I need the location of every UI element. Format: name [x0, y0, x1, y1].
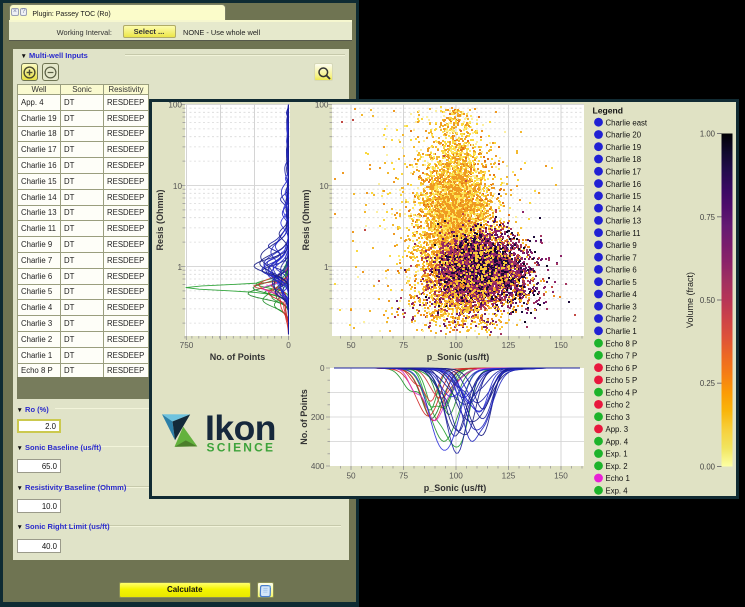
- svg-text:Charlie 7: Charlie 7: [606, 253, 637, 262]
- svg-text:Charlie 16: Charlie 16: [606, 180, 642, 189]
- svg-text:Legend: Legend: [593, 106, 624, 116]
- svg-text:App. 3: App. 3: [606, 425, 629, 434]
- svg-text:Charlie 18: Charlie 18: [606, 155, 642, 164]
- svg-text:1.00: 1.00: [700, 130, 716, 139]
- svg-text:150: 150: [554, 472, 568, 481]
- svg-text:Resis (Ohmm): Resis (Ohmm): [155, 189, 165, 250]
- svg-text:App. 4: App. 4: [606, 437, 629, 446]
- svg-text:0: 0: [286, 341, 291, 350]
- svg-text:75: 75: [399, 341, 409, 350]
- svg-text:0.50: 0.50: [700, 296, 716, 305]
- svg-text:p_Sonic (us/ft): p_Sonic (us/ft): [427, 352, 490, 362]
- svg-text:Charlie 1: Charlie 1: [606, 327, 637, 336]
- svg-text:75: 75: [399, 472, 409, 481]
- svg-text:0: 0: [320, 364, 325, 373]
- svg-text:125: 125: [502, 472, 516, 481]
- svg-text:100: 100: [168, 102, 182, 110]
- svg-text:1: 1: [177, 263, 182, 272]
- svg-text:100: 100: [315, 102, 329, 110]
- svg-text:Echo 1: Echo 1: [606, 474, 630, 483]
- svg-text:No. of Points: No. of Points: [210, 352, 266, 362]
- svg-text:10: 10: [173, 182, 183, 191]
- svg-text:150: 150: [554, 341, 568, 350]
- svg-text:Charlie 4: Charlie 4: [606, 290, 638, 299]
- svg-text:50: 50: [346, 472, 356, 481]
- svg-text:0.00: 0.00: [700, 463, 716, 472]
- svg-text:Charlie 9: Charlie 9: [606, 241, 637, 250]
- svg-text:Echo 8 P: Echo 8 P: [606, 339, 638, 348]
- svg-text:Charlie 14: Charlie 14: [606, 204, 642, 213]
- svg-text:0.25: 0.25: [700, 379, 716, 388]
- svg-text:100: 100: [449, 472, 463, 481]
- svg-text:Exp. 4: Exp. 4: [606, 487, 629, 496]
- svg-text:Echo 2: Echo 2: [606, 401, 630, 410]
- svg-text:100: 100: [449, 341, 463, 350]
- svg-text:400: 400: [311, 462, 325, 471]
- svg-text:750: 750: [180, 341, 194, 350]
- svg-text:Echo 3: Echo 3: [606, 413, 630, 422]
- svg-text:Charlie 3: Charlie 3: [606, 302, 637, 311]
- svg-text:Echo 7 P: Echo 7 P: [606, 352, 638, 361]
- svg-text:Charlie 2: Charlie 2: [606, 315, 637, 324]
- svg-text:Exp. 2: Exp. 2: [606, 462, 628, 471]
- svg-text:SCIENCE: SCIENCE: [207, 441, 276, 455]
- svg-text:Charlie 5: Charlie 5: [606, 278, 638, 287]
- svg-text:Echo 5 P: Echo 5 P: [606, 376, 638, 385]
- svg-text:Echo 4 P: Echo 4 P: [606, 388, 638, 397]
- svg-text:Volume (fract): Volume (fract): [685, 272, 695, 328]
- svg-text:0.75: 0.75: [700, 213, 716, 222]
- svg-text:Charlie 13: Charlie 13: [606, 217, 642, 226]
- svg-text:Exp. 1: Exp. 1: [606, 450, 628, 459]
- svg-text:Resis (Ohmm): Resis (Ohmm): [301, 189, 311, 250]
- svg-text:p_Sonic (us/ft): p_Sonic (us/ft): [424, 483, 487, 493]
- svg-text:50: 50: [346, 341, 356, 350]
- svg-text:Charlie 19: Charlie 19: [606, 143, 642, 152]
- svg-text:Charlie east: Charlie east: [606, 118, 648, 127]
- svg-text:Charlie 11: Charlie 11: [606, 229, 641, 238]
- svg-text:Charlie 20: Charlie 20: [606, 131, 642, 140]
- svg-text:Charlie 6: Charlie 6: [606, 266, 637, 275]
- svg-text:1: 1: [324, 263, 329, 272]
- svg-text:No. of Points: No. of Points: [299, 389, 309, 445]
- svg-text:10: 10: [319, 182, 329, 191]
- svg-text:Charlie 17: Charlie 17: [606, 168, 642, 177]
- svg-text:200: 200: [311, 413, 325, 422]
- svg-text:Charlie 15: Charlie 15: [606, 192, 642, 201]
- svg-text:125: 125: [502, 341, 516, 350]
- svg-text:Echo 6 P: Echo 6 P: [606, 364, 638, 373]
